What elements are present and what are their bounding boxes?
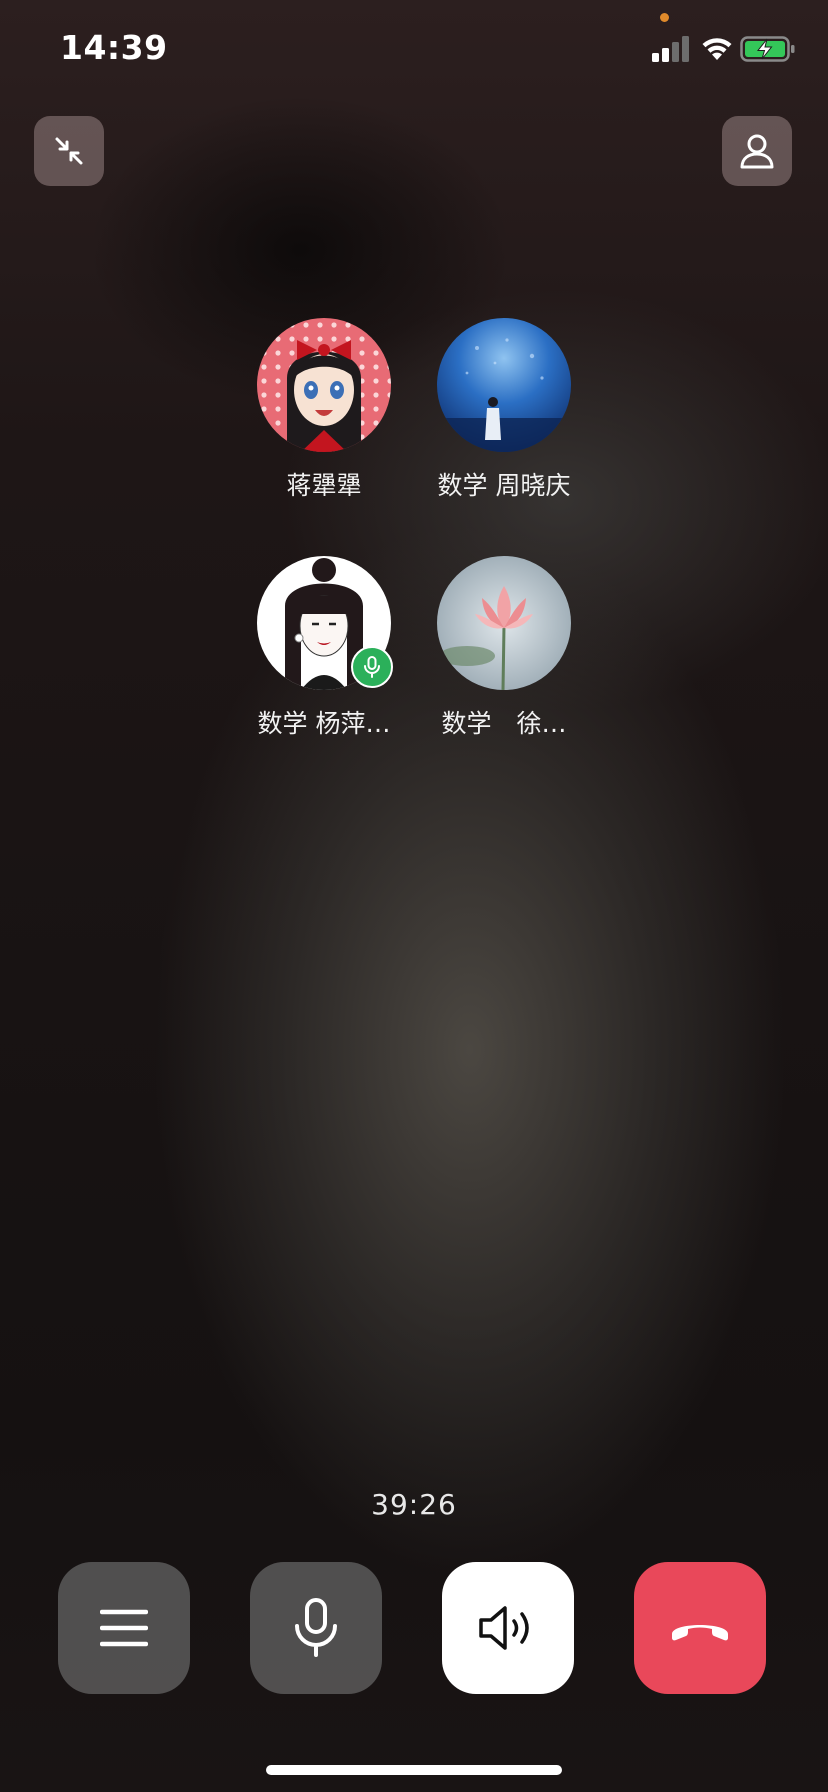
minimize-button[interactable]: [34, 116, 104, 186]
add-member-button[interactable]: [722, 116, 792, 186]
participant-tile[interactable]: 数学 徐…: [414, 556, 594, 740]
microphone-button[interactable]: [250, 1562, 382, 1694]
participant-tile[interactable]: 数学 杨萍…: [234, 556, 414, 740]
avatar: [257, 318, 391, 452]
lotus-avatar-image: [437, 556, 571, 690]
cellular-signal-icon: [652, 36, 689, 62]
microphone-small-icon: [364, 656, 380, 678]
home-indicator[interactable]: [266, 1765, 562, 1775]
hang-up-button[interactable]: [634, 1562, 766, 1694]
anime-girl-avatar-image: [257, 318, 391, 452]
status-bar: 14:39: [0, 0, 828, 100]
participant-name: 数学 徐…: [441, 709, 567, 738]
avatar: [437, 318, 571, 452]
call-duration: 39:26: [371, 1488, 457, 1521]
participant-tile[interactable]: 蒋犟犟: [234, 318, 414, 502]
avatar: [257, 556, 393, 690]
person-icon: [740, 134, 774, 169]
participant-tile[interactable]: 数学 周晓庆: [414, 318, 594, 502]
avatar: [437, 556, 571, 690]
participant-name: 蒋犟犟: [286, 471, 362, 500]
hang-up-icon: [672, 1625, 728, 1641]
privacy-indicator-dot: [660, 13, 669, 22]
participant-name: 数学 周晓庆: [437, 471, 571, 500]
wifi-icon: [702, 38, 732, 60]
participant-name: 数学 杨萍…: [257, 709, 391, 738]
menu-icon: [100, 1609, 148, 1647]
speaker-button[interactable]: [442, 1562, 574, 1694]
minimize-arrows-icon: [55, 137, 83, 165]
battery-charging-icon: [740, 36, 795, 62]
menu-button[interactable]: [58, 1562, 190, 1694]
status-time: 14:39: [60, 28, 168, 67]
microphone-icon: [295, 1598, 337, 1657]
aquarium-avatar-image: [437, 318, 571, 452]
speaker-icon: [479, 1606, 529, 1650]
speaking-badge: [351, 646, 393, 688]
